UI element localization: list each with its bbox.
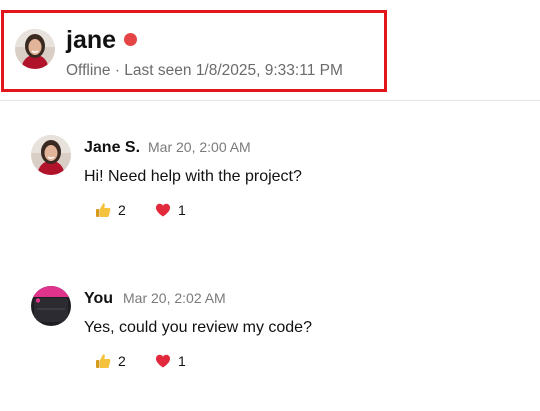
message-text: Hi! Need help with the project?	[84, 168, 302, 185]
message-item: You Mar 20, 2:02 AM Yes, could you revie…	[0, 286, 540, 386]
reaction-heart[interactable]: 1	[155, 201, 186, 219]
sender-avatar[interactable]	[31, 135, 71, 175]
message-timestamp: Mar 20, 2:02 AM	[123, 290, 226, 306]
sender-name: Jane S.	[84, 139, 141, 156]
chat-header: jane Offline · Last seen 1/8/2025, 9:33:…	[0, 0, 540, 101]
reaction-heart[interactable]: 1	[155, 352, 186, 370]
thumbs-up-icon	[96, 354, 111, 368]
reaction-count: 2	[118, 353, 126, 369]
thumbs-up-icon	[96, 203, 111, 217]
heart-icon	[156, 354, 170, 368]
message-item: Jane S. Mar 20, 2:00 AM Hi! Need help wi…	[0, 135, 540, 235]
contact-name: jane	[66, 26, 117, 54]
reaction-count: 1	[178, 202, 186, 218]
reaction-thumbs-up[interactable]: 2	[95, 352, 126, 370]
heart-icon	[156, 203, 170, 217]
message-text: Yes, could you review my code?	[84, 319, 312, 336]
reaction-thumbs-up[interactable]: 2	[95, 201, 126, 219]
message-timestamp: Mar 20, 2:00 AM	[148, 139, 251, 155]
sender-name: You	[84, 290, 114, 307]
sender-avatar[interactable]	[31, 286, 71, 326]
last-seen-status: Offline · Last seen 1/8/2025, 9:33:11 PM	[66, 62, 343, 79]
contact-avatar[interactable]	[15, 29, 55, 69]
status-indicator	[124, 33, 137, 46]
reaction-count: 1	[178, 353, 186, 369]
reaction-count: 2	[118, 202, 126, 218]
